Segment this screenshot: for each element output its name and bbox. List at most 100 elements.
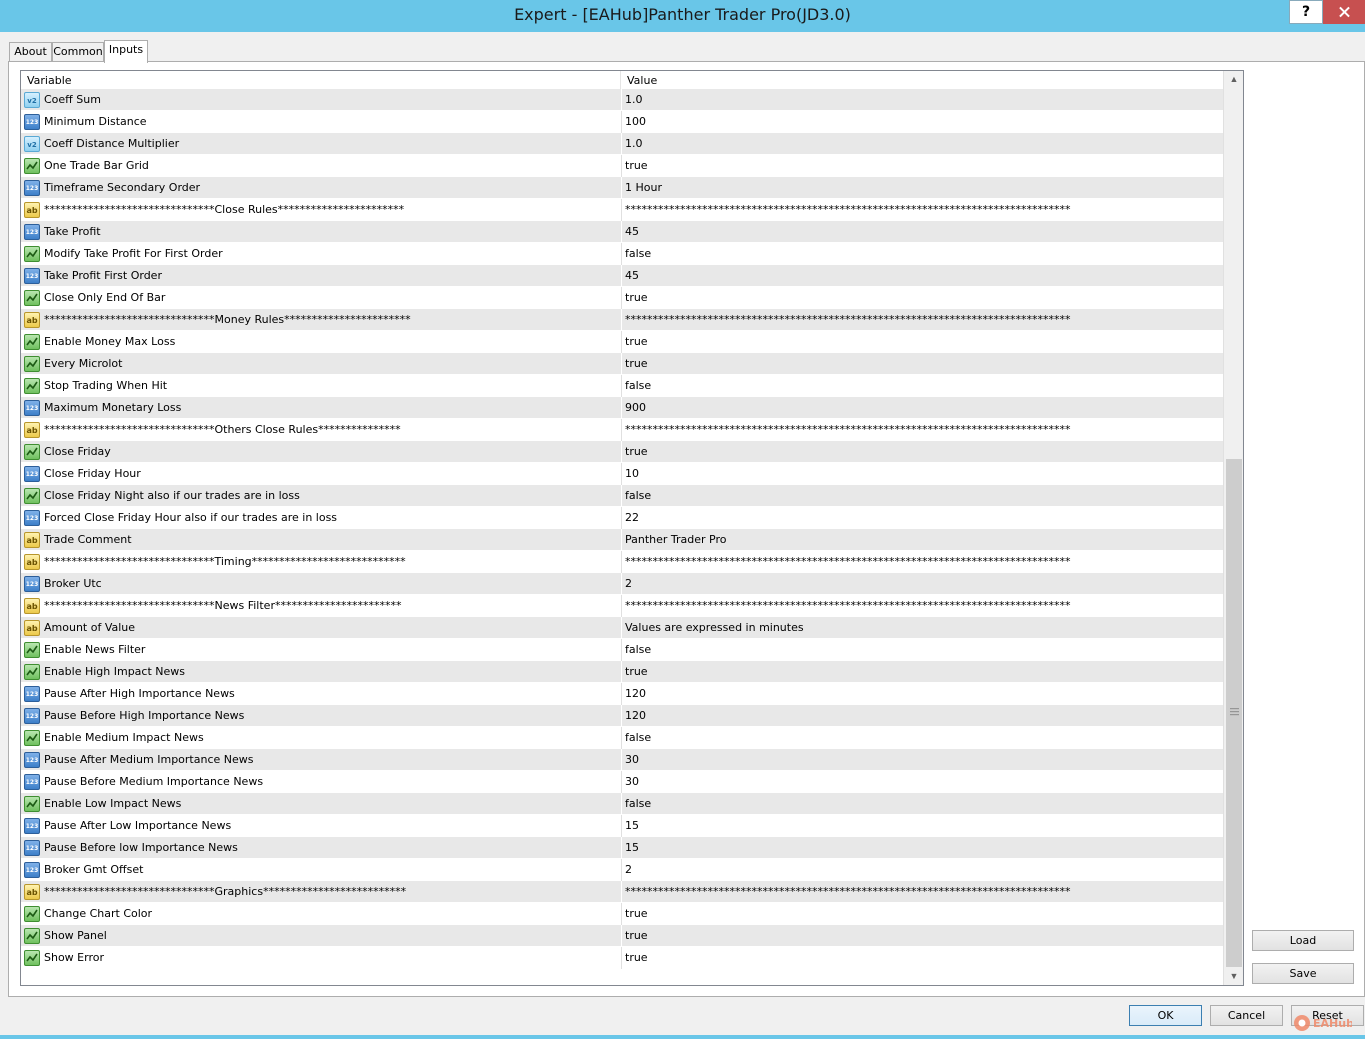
value-cell[interactable]: true (625, 661, 1215, 683)
value-cell[interactable]: ****************************************… (625, 881, 1215, 903)
table-row[interactable]: ab Amount of Value Values are expressed in… (21, 617, 1223, 639)
value-cell[interactable]: false (625, 639, 1215, 661)
tab-inputs[interactable]: Inputs (104, 40, 148, 63)
table-row[interactable]: Modify Take Profit For First Order false (21, 243, 1223, 265)
table-row[interactable]: 123 Take Profit First Order 45 (21, 265, 1223, 287)
vertical-scrollbar[interactable]: ▲ — — — ▼ (1223, 71, 1243, 985)
value-cell[interactable]: false (625, 727, 1215, 749)
table-row[interactable]: Every Microlot true (21, 353, 1223, 375)
value-cell[interactable]: Panther Trader Pro (625, 529, 1215, 551)
value-cell[interactable]: ****************************************… (625, 595, 1215, 617)
table-row[interactable]: 123 Maximum Monetary Loss 900 (21, 397, 1223, 419)
table-row[interactable]: Show Panel true (21, 925, 1223, 947)
value-cell[interactable]: true (625, 155, 1215, 177)
inputs-grid[interactable]: Variable Value v2 Coeff Sum 1.0 123 Minimum … (20, 70, 1244, 986)
value-cell[interactable]: ****************************************… (625, 199, 1215, 221)
table-row[interactable]: Close Friday Night also if our trades ar… (21, 485, 1223, 507)
table-row[interactable]: Enable Low Impact News false (21, 793, 1223, 815)
value-cell[interactable]: 15 (625, 837, 1215, 859)
value-cell[interactable]: 15 (625, 815, 1215, 837)
table-row[interactable]: One Trade Bar Grid true (21, 155, 1223, 177)
value-cell[interactable]: 22 (625, 507, 1215, 529)
table-row[interactable]: Enable News Filter false (21, 639, 1223, 661)
value-cell[interactable]: 120 (625, 705, 1215, 727)
value-cell[interactable]: true (625, 287, 1215, 309)
table-row[interactable]: 123 Forced Close Friday Hour also if our … (21, 507, 1223, 529)
variable-cell: *******************************Graphics*… (44, 885, 407, 898)
close-button[interactable] (1323, 0, 1365, 24)
table-row[interactable]: Show Error true (21, 947, 1223, 969)
column-header-variable[interactable]: Variable (21, 71, 621, 90)
value-cell[interactable]: 30 (625, 749, 1215, 771)
save-button[interactable]: Save (1252, 963, 1354, 984)
tab-about[interactable]: About (9, 42, 52, 62)
value-cell[interactable]: ****************************************… (625, 309, 1215, 331)
variable-cell: One Trade Bar Grid (44, 159, 149, 172)
table-row[interactable]: 123 Timeframe Secondary Order 1 Hour (21, 177, 1223, 199)
column-header-value[interactable]: Value (621, 71, 1223, 90)
table-row[interactable]: Enable Money Max Loss true (21, 331, 1223, 353)
value-cell[interactable]: 2 (625, 859, 1215, 881)
variable-cell: Minimum Distance (44, 115, 147, 128)
value-cell[interactable]: true (625, 353, 1215, 375)
value-cell[interactable]: false (625, 243, 1215, 265)
help-button[interactable]: ? (1289, 0, 1323, 24)
value-cell[interactable]: 45 (625, 221, 1215, 243)
table-row[interactable]: 123 Broker Utc 2 (21, 573, 1223, 595)
table-row[interactable]: 123 Pause Before Medium Importance News 30 (21, 771, 1223, 793)
scroll-down-arrow-icon[interactable]: ▼ (1224, 968, 1243, 985)
table-row[interactable]: Close Friday true (21, 441, 1223, 463)
table-row[interactable]: 123 Close Friday Hour 10 (21, 463, 1223, 485)
value-cell[interactable]: true (625, 903, 1215, 925)
value-cell[interactable]: 100 (625, 111, 1215, 133)
scroll-up-arrow-icon[interactable]: ▲ (1224, 71, 1243, 88)
load-button[interactable]: Load (1252, 930, 1354, 951)
table-row[interactable]: 123 Take Profit 45 (21, 221, 1223, 243)
ok-button[interactable]: OK (1129, 1005, 1202, 1026)
value-cell[interactable]: true (625, 331, 1215, 353)
tab-common[interactable]: Common (52, 42, 104, 62)
table-row[interactable]: 123 Broker Gmt Offset 2 (21, 859, 1223, 881)
table-row[interactable]: v2 Coeff Distance Multiplier 1.0 (21, 133, 1223, 155)
table-row[interactable]: ab *******************************Graphic… (21, 881, 1223, 903)
value-cell[interactable]: 120 (625, 683, 1215, 705)
value-cell[interactable]: true (625, 925, 1215, 947)
table-row[interactable]: Stop Trading When Hit false (21, 375, 1223, 397)
value-cell[interactable]: false (625, 485, 1215, 507)
table-row[interactable]: 123 Pause Before low Importance News 15 (21, 837, 1223, 859)
value-cell[interactable]: ****************************************… (625, 551, 1215, 573)
column-divider (621, 727, 622, 749)
table-row[interactable]: Enable High Impact News true (21, 661, 1223, 683)
value-cell[interactable]: ****************************************… (625, 419, 1215, 441)
table-row[interactable]: 123 Pause Before High Importance News 120 (21, 705, 1223, 727)
table-row[interactable]: 123 Minimum Distance 100 (21, 111, 1223, 133)
cancel-button[interactable]: Cancel (1210, 1005, 1283, 1026)
value-cell[interactable]: 900 (625, 397, 1215, 419)
value-cell[interactable]: 10 (625, 463, 1215, 485)
table-row[interactable]: 123 Pause After High Importance News 120 (21, 683, 1223, 705)
table-row[interactable]: ab *******************************News Fi… (21, 595, 1223, 617)
value-cell[interactable]: 2 (625, 573, 1215, 595)
table-row[interactable]: ab *******************************Close R… (21, 199, 1223, 221)
value-cell[interactable]: true (625, 441, 1215, 463)
value-cell[interactable]: 30 (625, 771, 1215, 793)
value-cell[interactable]: 45 (625, 265, 1215, 287)
value-cell[interactable]: false (625, 793, 1215, 815)
table-row[interactable]: ab *******************************Money R… (21, 309, 1223, 331)
table-row[interactable]: v2 Coeff Sum 1.0 (21, 89, 1223, 111)
table-row[interactable]: ab *******************************Timing*… (21, 551, 1223, 573)
value-cell[interactable]: 1.0 (625, 133, 1215, 155)
value-cell[interactable]: Values are expressed in minutes (625, 617, 1215, 639)
value-cell[interactable]: 1 Hour (625, 177, 1215, 199)
table-row[interactable]: ab *******************************Others … (21, 419, 1223, 441)
table-row[interactable]: Close Only End Of Bar true (21, 287, 1223, 309)
table-row[interactable]: Change Chart Color true (21, 903, 1223, 925)
table-row[interactable]: 123 Pause After Low Importance News 15 (21, 815, 1223, 837)
table-row[interactable]: ab Trade Comment Panther Trader Pro (21, 529, 1223, 551)
scroll-thumb[interactable]: — — — (1226, 459, 1242, 967)
table-row[interactable]: Enable Medium Impact News false (21, 727, 1223, 749)
table-row[interactable]: 123 Pause After Medium Importance News 30 (21, 749, 1223, 771)
value-cell[interactable]: false (625, 375, 1215, 397)
value-cell[interactable]: 1.0 (625, 89, 1215, 111)
value-cell[interactable]: true (625, 947, 1215, 969)
